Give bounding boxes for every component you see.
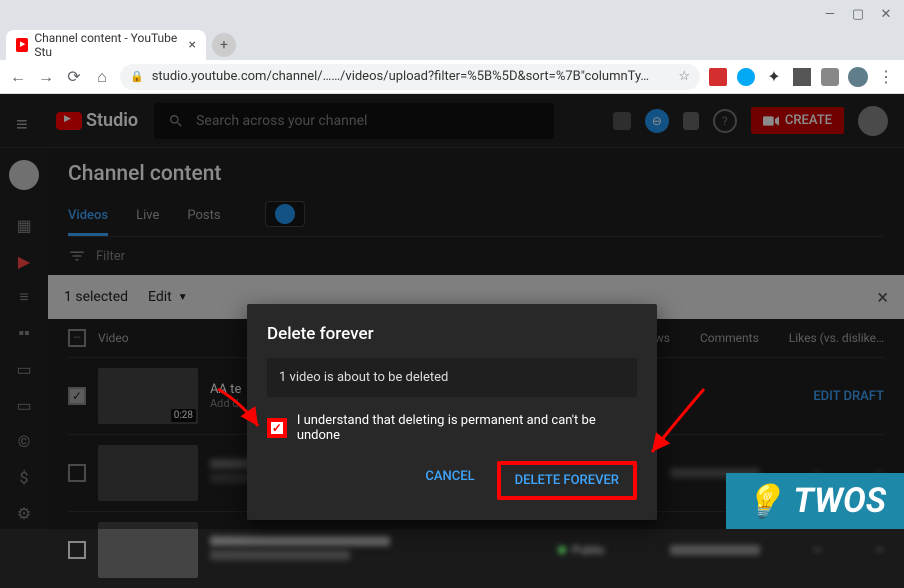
browser-menu-button[interactable]: ⋮ <box>876 67 896 87</box>
delete-forever-modal: Delete forever 1 video is about to be de… <box>247 304 657 520</box>
profile-icon[interactable] <box>848 67 868 87</box>
minimize-button[interactable]: — <box>816 4 844 24</box>
close-window-button[interactable]: ✕ <box>872 4 900 24</box>
url-text: studio.youtube.com/channel/……/videos/upl… <box>152 69 671 84</box>
extension-icon-2[interactable] <box>736 67 756 87</box>
visibility-dot-icon <box>558 546 566 554</box>
modal-title: Delete forever <box>267 324 637 344</box>
back-button[interactable]: ← <box>8 67 28 87</box>
extensions-button[interactable]: ✦ <box>764 67 784 87</box>
close-tab-icon[interactable]: × <box>189 37 196 53</box>
confirm-label: I understand that deleting is permanent … <box>297 413 637 443</box>
date-blurred <box>670 545 760 555</box>
visibility: Public <box>558 543 658 557</box>
modal-actions: CANCEL DELETE FOREVER <box>267 461 637 500</box>
video-thumbnail[interactable] <box>98 522 198 578</box>
window-titlebar: — ▢ ✕ <box>0 0 904 28</box>
video-title-blurred <box>210 536 390 546</box>
youtube-favicon-icon <box>16 38 28 52</box>
extension-icon-4[interactable] <box>820 67 840 87</box>
address-bar[interactable]: 🔒 studio.youtube.com/channel/……/videos/u… <box>120 64 700 90</box>
maximize-button[interactable]: ▢ <box>844 4 872 24</box>
new-tab-button[interactable]: + <box>212 33 236 57</box>
video-subtitle-blurred <box>210 550 350 560</box>
reload-button[interactable]: ⟳ <box>64 67 84 87</box>
app-root: ≡ Studio Search across your channel ⊖ ? … <box>0 94 904 529</box>
watermark-text: TWOS <box>793 481 886 521</box>
lock-icon: 🔒 <box>130 70 144 83</box>
confirm-checkbox[interactable] <box>267 418 287 438</box>
browser-toolbar: ← → ⟳ ⌂ 🔒 studio.youtube.com/channel/……/… <box>0 60 904 94</box>
delete-forever-button[interactable]: DELETE FOREVER <box>497 461 637 500</box>
browser-tab-bar: Channel content - YouTube Stu × + <box>0 28 904 60</box>
extension-icon-3[interactable] <box>792 67 812 87</box>
lightbulb-icon: 💡 <box>744 482 784 520</box>
watermark: 💡 TWOS <box>726 473 904 529</box>
modal-message: 1 video is about to be deleted <box>267 358 637 397</box>
modal-confirm-row[interactable]: I understand that deleting is permanent … <box>267 413 637 443</box>
modal-overlay: Delete forever 1 video is about to be de… <box>0 94 904 529</box>
comments-blurred: — <box>834 543 884 557</box>
row-checkbox[interactable] <box>68 541 86 559</box>
star-icon[interactable]: ☆ <box>678 69 690 84</box>
extension-icon-1[interactable] <box>708 67 728 87</box>
cancel-button[interactable]: CANCEL <box>411 461 488 500</box>
views-blurred: — <box>772 543 822 557</box>
home-button[interactable]: ⌂ <box>92 67 112 87</box>
browser-tab-active[interactable]: Channel content - YouTube Stu × <box>6 30 206 60</box>
tab-title: Channel content - YouTube Stu <box>34 31 178 59</box>
forward-button[interactable]: → <box>36 67 56 87</box>
